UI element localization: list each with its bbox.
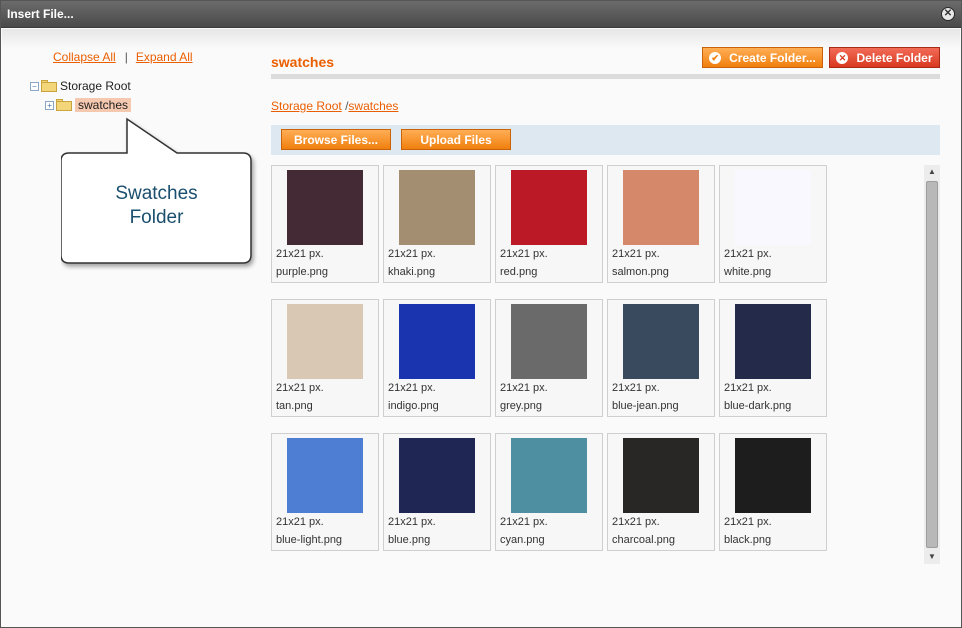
file-thumbnail[interactable]: 21x21 px. tan.png [271, 299, 379, 417]
expand-toggle-icon[interactable]: + [45, 100, 54, 110]
file-thumbnail[interactable]: 21x21 px. salmon.png [607, 165, 715, 283]
swatch-preview [287, 304, 363, 379]
file-thumbnail[interactable]: 21x21 px. khaki.png [383, 165, 491, 283]
tree-node-storage-root[interactable]: − Storage Root [30, 79, 131, 93]
tree-actions: Collapse All | Expand All [53, 50, 193, 64]
swatch-preview [735, 438, 811, 513]
file-thumbnail[interactable]: 21x21 px. black.png [719, 433, 827, 551]
file-name: purple.png [276, 266, 328, 278]
swatches-folder-callout: Swatches Folder [61, 117, 252, 264]
delete-icon: ✕ [836, 51, 849, 64]
file-thumbnail[interactable]: 21x21 px. blue.png [383, 433, 491, 551]
file-dimensions: 21x21 px. [276, 516, 324, 528]
breadcrumb-current-link[interactable]: swatches [348, 99, 398, 113]
folder-search-icon [41, 80, 57, 92]
file-name: blue-jean.png [612, 400, 679, 412]
file-dimensions: 21x21 px. [724, 248, 772, 260]
file-name: grey.png [500, 400, 542, 412]
delete-folder-button[interactable]: ✕ Delete Folder [829, 47, 940, 68]
breadcrumb-root-link[interactable]: Storage Root [271, 99, 342, 113]
browse-files-button[interactable]: Browse Files... [281, 129, 391, 150]
callout-line-2: Folder [129, 207, 184, 228]
scroll-thumb[interactable] [926, 181, 938, 548]
dialog-title: Insert File... [7, 7, 74, 21]
collapse-toggle-icon[interactable]: − [30, 81, 39, 91]
file-name: indigo.png [388, 400, 439, 412]
close-icon[interactable]: ✕ [941, 7, 955, 21]
file-thumbnail[interactable]: 21x21 px. grey.png [495, 299, 603, 417]
swatch-preview [623, 304, 699, 379]
file-dimensions: 21x21 px. [500, 248, 548, 260]
tree-node-swatches[interactable]: + swatches [45, 98, 132, 112]
folder-title: swatches [271, 54, 335, 70]
swatch-preview [511, 170, 587, 245]
file-dimensions: 21x21 px. [388, 248, 436, 260]
file-thumbnail[interactable]: 21x21 px. white.png [719, 165, 827, 283]
file-thumbnail[interactable]: 21x21 px. blue-jean.png [607, 299, 715, 417]
file-name: white.png [724, 266, 772, 278]
swatch-preview [287, 170, 363, 245]
collapse-all-link[interactable]: Collapse All [53, 50, 116, 64]
swatch-preview [511, 304, 587, 379]
file-thumbnail[interactable]: 21x21 px. purple.png [271, 165, 379, 283]
expand-all-link[interactable]: Expand All [136, 50, 193, 64]
file-name: charcoal.png [612, 534, 675, 546]
file-name: blue-light.png [276, 534, 343, 546]
file-dimensions: 21x21 px. [276, 248, 324, 260]
folder-icon [56, 99, 72, 111]
file-name: blue.png [388, 534, 431, 546]
file-name: red.png [500, 266, 538, 278]
file-dimensions: 21x21 px. [500, 516, 548, 528]
swatch-preview [623, 438, 699, 513]
file-thumbnail[interactable]: 21x21 px. cyan.png [495, 433, 603, 551]
tree-actions-separator: | [124, 50, 128, 64]
swatch-preview [735, 304, 811, 379]
upload-files-button[interactable]: Upload Files [401, 129, 511, 150]
file-dimensions: 21x21 px. [500, 382, 548, 394]
file-name: salmon.png [612, 266, 669, 278]
swatch-preview [399, 438, 475, 513]
create-folder-button[interactable]: ✔ Create Folder... [702, 47, 823, 68]
swatch-preview [511, 438, 587, 513]
swatch-preview [287, 438, 363, 513]
scroll-down-icon[interactable]: ▼ [924, 550, 940, 564]
file-name: black.png [724, 534, 772, 546]
file-name: khaki.png [388, 266, 436, 278]
file-dimensions: 21x21 px. [724, 516, 772, 528]
file-dimensions: 21x21 px. [724, 382, 772, 394]
delete-folder-label: Delete Folder [856, 50, 933, 65]
file-name: cyan.png [500, 534, 545, 546]
file-grid-scrollbar[interactable]: ▲ ▼ [924, 165, 940, 564]
file-thumbnail[interactable]: 21x21 px. indigo.png [383, 299, 491, 417]
callout-text: Swatches Folder [61, 182, 252, 230]
file-name: tan.png [276, 400, 313, 412]
swatch-preview [399, 304, 475, 379]
file-thumbnail[interactable]: 21x21 px. blue-dark.png [719, 299, 827, 417]
breadcrumb: Storage Root /swatches [271, 99, 398, 113]
swatch-preview [623, 170, 699, 245]
uploader-bar: Browse Files... Upload Files [271, 125, 940, 155]
file-dimensions: 21x21 px. [612, 382, 660, 394]
create-folder-label: Create Folder... [729, 50, 816, 65]
header-gradient [2, 29, 960, 49]
file-dimensions: 21x21 px. [276, 382, 324, 394]
file-thumbnail[interactable]: 21x21 px. red.png [495, 165, 603, 283]
file-dimensions: 21x21 px. [388, 516, 436, 528]
insert-file-dialog: Insert File... ✕ Collapse All | Expand All… [0, 0, 962, 628]
file-thumbnail[interactable]: 21x21 px. blue-light.png [271, 433, 379, 551]
title-divider [271, 74, 940, 79]
file-dimensions: 21x21 px. [612, 516, 660, 528]
file-dimensions: 21x21 px. [612, 248, 660, 260]
tree-node-label: Storage Root [60, 79, 131, 93]
callout-line-1: Swatches [115, 183, 198, 204]
file-thumbnail[interactable]: 21x21 px. charcoal.png [607, 433, 715, 551]
check-icon: ✔ [709, 51, 722, 64]
file-dimensions: 21x21 px. [388, 382, 436, 394]
swatch-preview [399, 170, 475, 245]
dialog-titlebar: Insert File... ✕ [1, 1, 961, 28]
file-name: blue-dark.png [724, 400, 792, 412]
tree-node-label: swatches [75, 98, 132, 112]
swatch-preview [735, 170, 811, 245]
scroll-up-icon[interactable]: ▲ [924, 165, 940, 179]
